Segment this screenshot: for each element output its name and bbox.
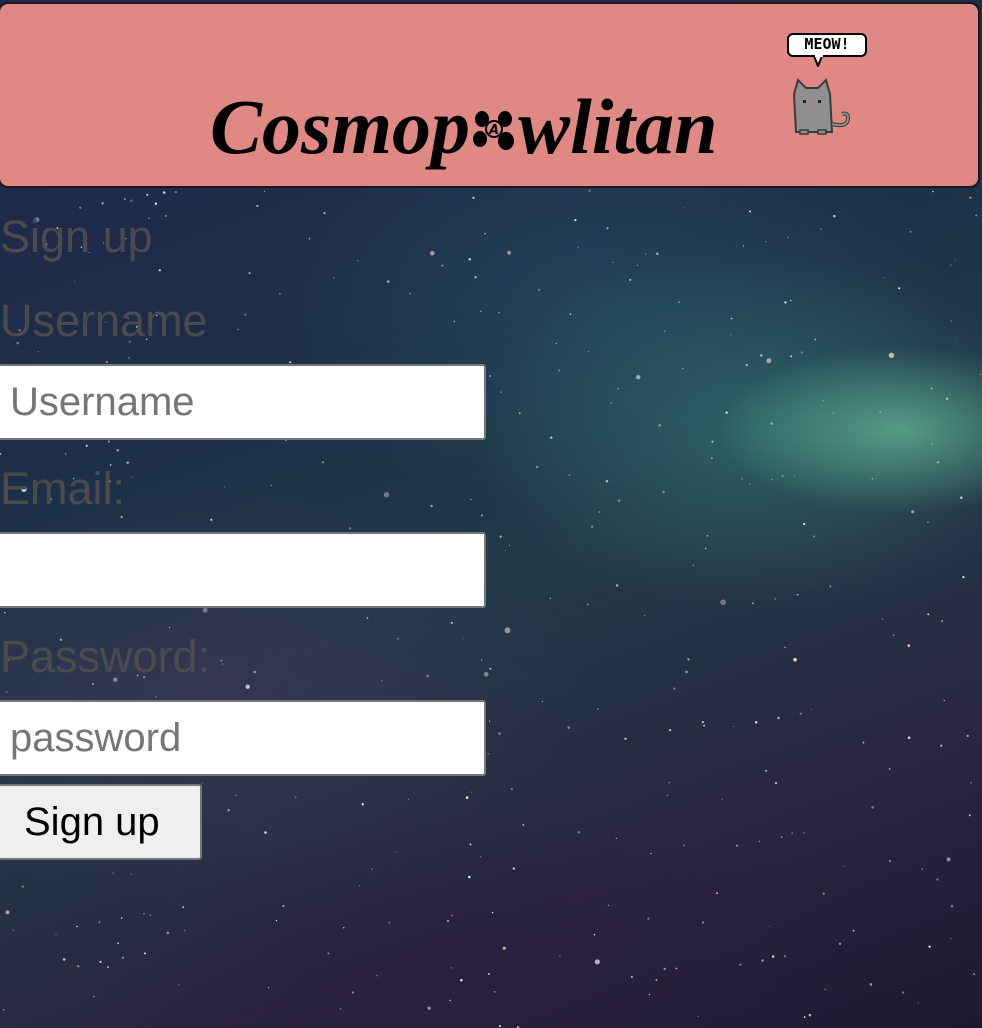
paw-icon: A bbox=[473, 111, 515, 150]
username-input[interactable] bbox=[0, 364, 486, 440]
site-logo[interactable]: Cosmop A wlitan bbox=[210, 66, 717, 166]
cat-icon bbox=[792, 78, 851, 135]
email-input[interactable] bbox=[0, 532, 486, 608]
meow-text: MEOW! bbox=[804, 35, 850, 53]
password-label: Password: bbox=[0, 631, 211, 682]
logo-text-start: Cosmop bbox=[210, 83, 471, 170]
svg-text:A: A bbox=[488, 123, 499, 138]
username-label: Username bbox=[0, 295, 208, 346]
email-label: Email: bbox=[0, 463, 126, 514]
logo-text-end: wlitan bbox=[518, 83, 718, 170]
signup-button[interactable]: Sign up bbox=[0, 784, 202, 860]
password-input[interactable] bbox=[0, 700, 486, 776]
form-title: Sign up bbox=[0, 211, 153, 262]
site-header: Cosmop A wlitan MEOW! bbox=[0, 2, 980, 188]
